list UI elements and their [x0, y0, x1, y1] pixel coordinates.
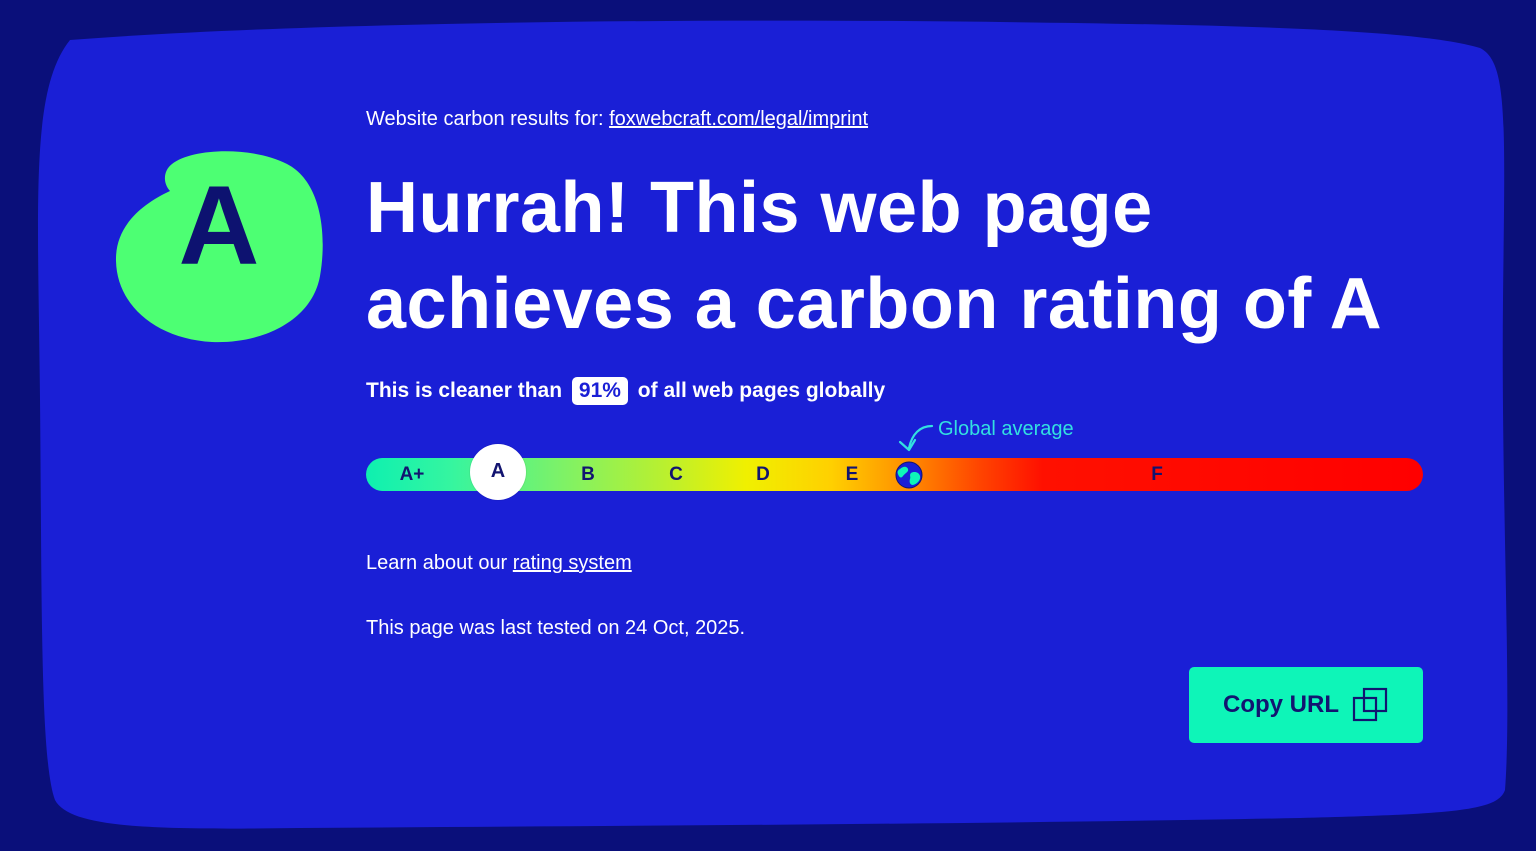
rating-system-link[interactable]: rating system	[513, 552, 632, 574]
percent-badge: 91%	[571, 377, 628, 405]
headline-line-2: achieves a carbon rating of A	[366, 264, 1383, 344]
scale-label-e: E	[845, 464, 859, 485]
page-title: Hurrah! This web page achieves a carbon …	[366, 160, 1466, 352]
curved-arrow-icon	[898, 424, 934, 452]
learn-prefix: Learn about our	[366, 552, 508, 574]
results-for: Website carbon results for: foxwebcraft.…	[366, 107, 868, 131]
global-average-label: Global average	[938, 418, 1074, 440]
scale-label-c: C	[669, 464, 683, 485]
learn-about: Learn about our rating system	[366, 550, 632, 576]
scale-label-b: B	[581, 464, 595, 485]
scale-label-a-plus: A+	[399, 464, 425, 485]
copy-icon	[1352, 687, 1388, 722]
current-rating-marker: A	[470, 444, 526, 500]
results-prefix: Website carbon results for:	[366, 108, 604, 130]
grade-letter: A	[178, 163, 260, 288]
copy-url-label: Copy URL	[1223, 691, 1339, 718]
globe-icon	[895, 461, 923, 489]
cleaner-suffix: of all web pages globally	[637, 379, 886, 402]
scale-label-d: D	[756, 464, 770, 485]
results-page: A Website carbon results for: foxwebcraf…	[0, 0, 1536, 851]
last-tested-text: This page was last tested on 24 Oct, 202…	[366, 617, 746, 639]
scale-label-f: F	[1151, 464, 1163, 485]
copy-url-button[interactable]: Copy URL	[1189, 667, 1423, 743]
cleaner-prefix: This is cleaner than	[366, 379, 563, 402]
headline-line-1: Hurrah! This web page	[366, 168, 1153, 248]
results-url-link[interactable]: foxwebcraft.com/legal/imprint	[609, 108, 868, 130]
cleaner-summary: This is cleaner than 91% of all web page…	[366, 377, 885, 405]
